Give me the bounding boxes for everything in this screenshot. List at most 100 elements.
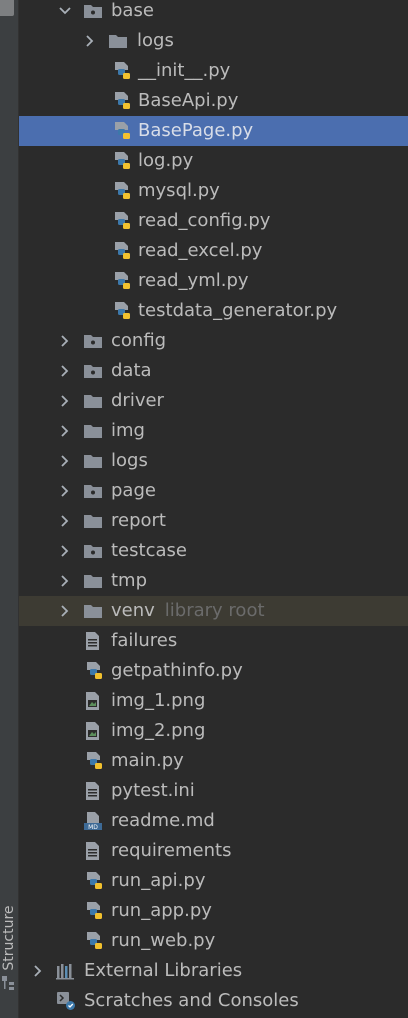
python-file-icon [115,152,130,169]
tree-file-main[interactable]: main.py [19,746,408,776]
project-tab-icon[interactable] [0,0,14,16]
chevron-right-icon[interactable] [58,424,72,438]
folder-icon [109,35,127,48]
package-folder-icon [84,335,102,348]
structure-icon [2,976,14,990]
tree-file-log[interactable]: log.py [19,146,408,176]
tree-item-label: External Libraries [84,960,243,981]
tree-item-label: read_yml.py [138,270,249,291]
python-file-icon [115,122,130,139]
tree-item-label: failures [111,630,178,651]
python-file-icon [115,212,130,229]
structure-tab-label: Structure [1,905,17,971]
tree-folder-logs-sub[interactable]: logs [19,26,408,56]
tree-item-label: testcase [111,540,187,561]
tree-file-failures[interactable]: failures [19,626,408,656]
package-folder-icon [84,365,102,378]
tree-item-label: config [111,330,167,351]
tree-folder-logs[interactable]: logs [19,446,408,476]
chevron-right-icon[interactable] [58,334,72,348]
tree-item-label: tmp [111,570,148,591]
tree-scratches-consoles[interactable]: Scratches and Consoles [19,986,408,1016]
python-file-icon [115,302,130,319]
tree-item-label: mysql.py [138,180,220,201]
tree-item-label: logs [111,450,148,471]
tree-item-label: pytest.ini [111,780,195,801]
tree-folder-img[interactable]: img [19,416,408,446]
tree-folder-config[interactable]: config [19,326,408,356]
tree-item-label: run_web.py [111,930,216,951]
tree-item-label: venv [111,600,155,621]
tree-file-pytest-ini[interactable]: pytest.ini [19,776,408,806]
chevron-right-icon[interactable] [83,34,97,48]
chevron-down-icon[interactable] [58,4,72,18]
tree-folder-base[interactable]: base [19,0,408,26]
tree-item-label: run_api.py [111,870,206,891]
structure-tab[interactable]: Structure [0,896,18,1018]
tree-file-img-2[interactable]: img_2.png [19,716,408,746]
tree-item-label: read_excel.py [138,240,263,261]
tree-folder-page[interactable]: page [19,476,408,506]
tree-folder-venv[interactable]: venv library root [19,596,408,626]
tree-item-label: readme.md [111,810,215,831]
tree-file-run-web[interactable]: run_web.py [19,926,408,956]
tree-item-label: log.py [138,150,194,171]
tree-item-label: Scratches and Consoles [84,990,299,1011]
tree-folder-report[interactable]: report [19,506,408,536]
tree-file-run-api[interactable]: run_api.py [19,866,408,896]
tree-file-getpathinfo[interactable]: getpathinfo.py [19,656,408,686]
library-icon [56,964,74,980]
text-file-icon [86,782,99,800]
tree-file-read-yml[interactable]: read_yml.py [19,266,408,296]
markdown-file-icon: MD [84,812,102,831]
chevron-right-icon[interactable] [58,604,72,618]
tree-file-mysql[interactable]: mysql.py [19,176,408,206]
image-file-icon [86,692,99,710]
tree-file-readme[interactable]: MD readme.md [19,806,408,836]
tree-file-baseapi[interactable]: BaseApi.py [19,86,408,116]
tree-file-read-config[interactable]: read_config.py [19,206,408,236]
chevron-right-icon[interactable] [58,574,72,588]
tree-file-init[interactable]: __init__.py [19,56,408,86]
tree-item-label: testdata_generator.py [138,300,338,321]
tree-folder-tmp[interactable]: tmp [19,566,408,596]
project-tree: base logs __init__.py BaseApi.py BasePag… [19,0,408,1016]
python-file-icon [115,272,130,289]
svg-text:MD: MD [88,824,98,831]
python-file-icon [87,752,102,769]
chevron-right-icon[interactable] [58,394,72,408]
tree-item-label: driver [111,390,164,411]
folder-icon [84,575,102,588]
tree-file-img-1[interactable]: img_1.png [19,686,408,716]
chevron-right-icon[interactable] [58,544,72,558]
chevron-right-icon[interactable] [31,964,45,978]
folder-icon [84,425,102,438]
tree-folder-data[interactable]: data [19,356,408,386]
chevron-right-icon[interactable] [58,484,72,498]
tree-file-requirements[interactable]: requirements [19,836,408,866]
tree-item-label: data [111,360,152,381]
image-file-icon [86,722,99,740]
package-folder-icon [84,5,102,18]
text-file-icon [86,842,99,860]
chevron-right-icon[interactable] [58,364,72,378]
chevron-right-icon[interactable] [58,454,72,468]
tree-item-label: read_config.py [138,210,271,231]
tree-file-read-excel[interactable]: read_excel.py [19,236,408,266]
python-file-icon [115,182,130,199]
chevron-right-icon[interactable] [58,514,72,528]
folder-icon [84,395,102,408]
tree-file-testdata-generator[interactable]: testdata_generator.py [19,296,408,326]
tree-file-basepage[interactable]: BasePage.py [19,116,408,146]
tree-external-libraries[interactable]: External Libraries [19,956,408,986]
tree-item-label: img [111,420,145,441]
tree-folder-testcase[interactable]: testcase [19,536,408,566]
tree-item-label: __init__.py [138,60,231,81]
python-file-icon [87,902,102,919]
tree-item-label: main.py [111,750,184,771]
tree-file-run-app[interactable]: run_app.py [19,896,408,926]
tree-item-label: logs [137,30,174,51]
tree-item-label: img_2.png [111,720,206,741]
python-file-icon [115,92,130,109]
tree-folder-driver[interactable]: driver [19,386,408,416]
